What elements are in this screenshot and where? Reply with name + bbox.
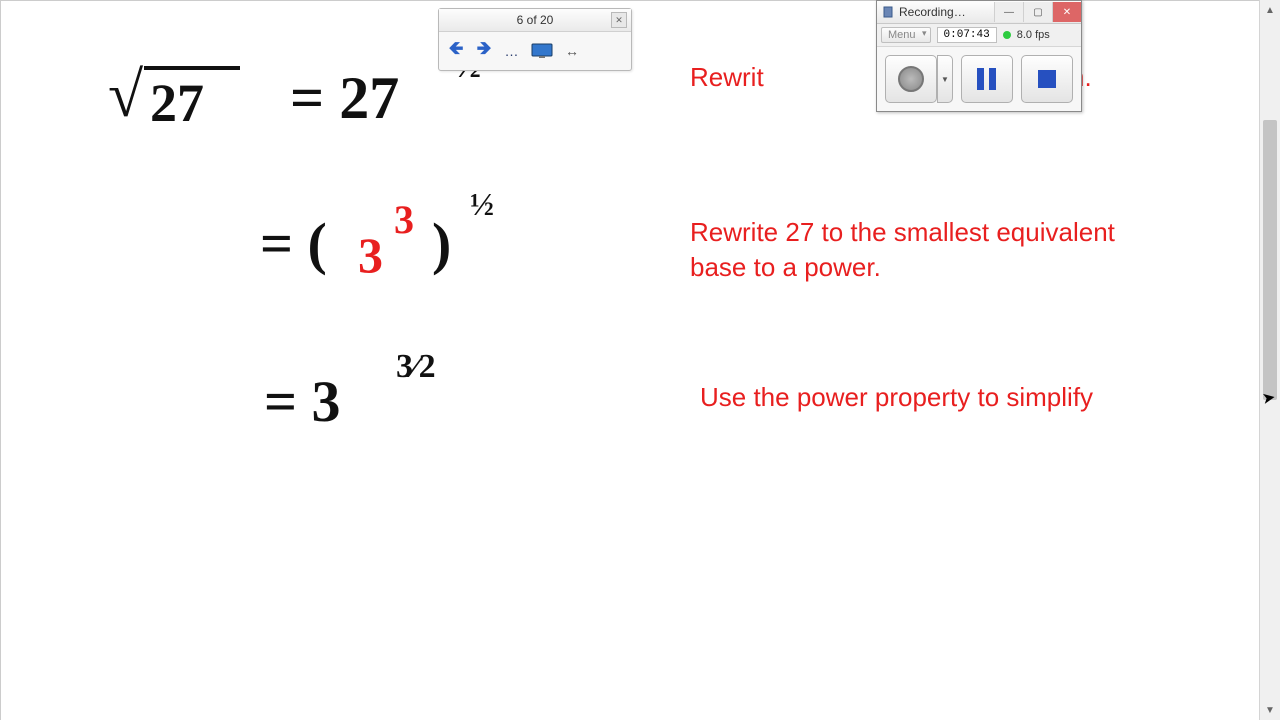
stop-icon xyxy=(1038,70,1056,88)
ink-more-button[interactable]: … xyxy=(499,36,525,66)
ink-swap-button[interactable]: ↔ xyxy=(559,36,585,66)
instruction-text-2: Rewrite 27 to the smallest equivalent ba… xyxy=(690,215,1150,285)
recorder-status-bar: Menu 0:07:43 8.0 fps xyxy=(877,24,1081,47)
recorder-menu-dropdown[interactable]: Menu xyxy=(881,27,931,43)
recorder-record-button[interactable] xyxy=(885,55,937,103)
scroll-up-button[interactable]: ▲ xyxy=(1260,0,1280,20)
math-eq3-exp: 3⁄2 xyxy=(396,348,436,386)
recorder-status-dot-icon xyxy=(1003,31,1011,39)
ink-toolbar[interactable]: 6 of 20 ✕ 🡸 🡺 … ↔ xyxy=(438,8,632,71)
recorder-window-controls: — ▢ ✕ xyxy=(994,2,1081,22)
ink-prev-button[interactable]: 🡸 xyxy=(443,36,469,66)
ink-next-button[interactable]: 🡺 xyxy=(471,36,497,66)
recorder-fps-label: 8.0 fps xyxy=(1017,29,1050,41)
math-eq2-base: 3 xyxy=(358,226,383,284)
instruction-text-1a: Rewrit xyxy=(690,60,890,95)
math-eq2-close: ) xyxy=(432,210,451,277)
recorder-record-options-button[interactable]: ▼ xyxy=(937,55,953,103)
ink-display-button[interactable] xyxy=(527,36,557,66)
math-vinculum xyxy=(144,66,240,70)
instruction-text-3: Use the power property to simplify xyxy=(700,380,1160,415)
recorder-close-button[interactable]: ✕ xyxy=(1052,2,1081,22)
recorder-timer: 0:07:43 xyxy=(937,27,997,43)
math-eq3: = 3 xyxy=(264,368,341,435)
recorder-min-button[interactable]: — xyxy=(994,2,1023,22)
ink-page-indicator: 6 of 20 xyxy=(517,13,554,27)
scroll-thumb[interactable] xyxy=(1263,120,1277,400)
recorder-body: ▼ xyxy=(877,47,1081,111)
recorder-window[interactable]: Recording… — ▢ ✕ Menu 0:07:43 8.0 fps ▼ xyxy=(876,0,1082,112)
math-radicand: 27 xyxy=(150,72,204,134)
recorder-title: Recording… xyxy=(899,5,966,19)
ink-page-indicator-bar[interactable]: 6 of 20 ✕ xyxy=(439,9,631,32)
ink-close-button[interactable]: ✕ xyxy=(611,12,627,28)
chevron-down-icon: ▼ xyxy=(941,75,949,84)
ink-buttons-row: 🡸 🡺 … ↔ xyxy=(439,32,631,70)
pause-icon xyxy=(977,68,996,90)
vertical-scrollbar[interactable]: ▲ ▼ xyxy=(1259,0,1280,720)
math-eq1: = 27 xyxy=(290,64,399,133)
math-eq2-outerexp: ½ xyxy=(470,186,494,223)
math-eq2-innerexp: 3 xyxy=(394,196,414,243)
recorder-titlebar[interactable]: Recording… — ▢ ✕ xyxy=(877,1,1081,24)
record-icon xyxy=(898,66,924,92)
recorder-stop-button[interactable] xyxy=(1021,55,1073,103)
math-eq2-open: = ( xyxy=(260,210,327,277)
math-radical-sign: √ xyxy=(108,58,143,132)
recorder-max-button[interactable]: ▢ xyxy=(1023,2,1052,22)
scroll-down-button[interactable]: ▼ xyxy=(1260,700,1280,720)
recorder-app-icon xyxy=(881,5,895,19)
recorder-pause-button[interactable] xyxy=(961,55,1013,103)
